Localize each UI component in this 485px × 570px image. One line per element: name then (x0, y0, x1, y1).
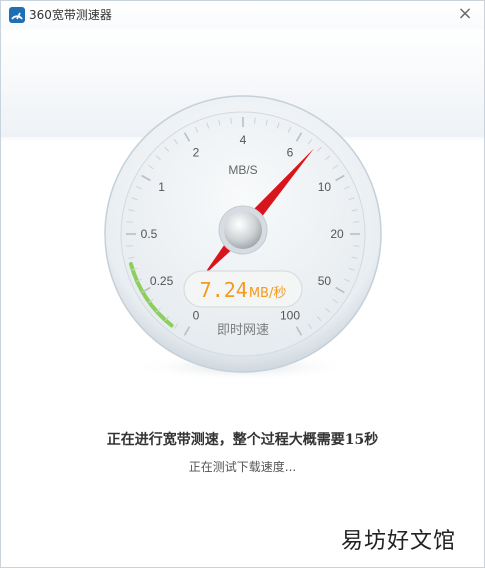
close-button[interactable]: × (456, 5, 474, 23)
gauge-tick-label: 6 (287, 146, 294, 160)
gauge-tick-label: 0 (193, 308, 200, 322)
minor-tick (353, 221, 360, 223)
status-message: 正在进行宽带测速，整个过程大概需要15秒 (106, 432, 379, 448)
minor-tick (230, 117, 232, 124)
needle-hub (224, 211, 262, 249)
gauge-tick-label: 100 (280, 308, 300, 322)
speed-readout-unit: MB/秒 (249, 286, 287, 301)
gauge-tick-label: 20 (330, 227, 344, 241)
gauge-tick-label: 2 (193, 146, 200, 160)
gauge-tick-label: 4 (240, 133, 247, 147)
minor-tick (353, 245, 360, 247)
minor-tick (126, 221, 133, 223)
gauge-tick-label: 0.5 (141, 227, 158, 241)
speed-test-app-icon (9, 7, 25, 23)
watermark-text: 易坊好文馆 (340, 529, 456, 554)
gauge-tick-label: 50 (318, 274, 332, 288)
window-title: 360宽带测速器 (29, 8, 112, 22)
speed-readout-value: 7.24 (200, 278, 248, 302)
status-detail: 正在测试下载速度... (188, 460, 297, 474)
minor-tick (126, 245, 133, 247)
minor-tick (254, 117, 256, 124)
gauge-tick-label: 1 (158, 180, 165, 194)
speed-test-window: 360宽带测速器 × 0 0.25 0.5 1 2 4 6 10 20 50 1… (0, 0, 485, 568)
gauge-unit-label: MB/S (228, 163, 257, 177)
title-bar: 360宽带测速器 × (1, 1, 484, 29)
gauge-tick-label: 0.25 (150, 274, 174, 288)
gauge-tick-label: 10 (318, 180, 332, 194)
readout-caption: 即时网速 (217, 323, 269, 338)
speed-gauge: 0 0.25 0.5 1 2 4 6 10 20 50 100 MB/S 7.24MB/秒 即时网速 (104, 95, 382, 381)
close-icon[interactable]: × (457, 3, 472, 24)
